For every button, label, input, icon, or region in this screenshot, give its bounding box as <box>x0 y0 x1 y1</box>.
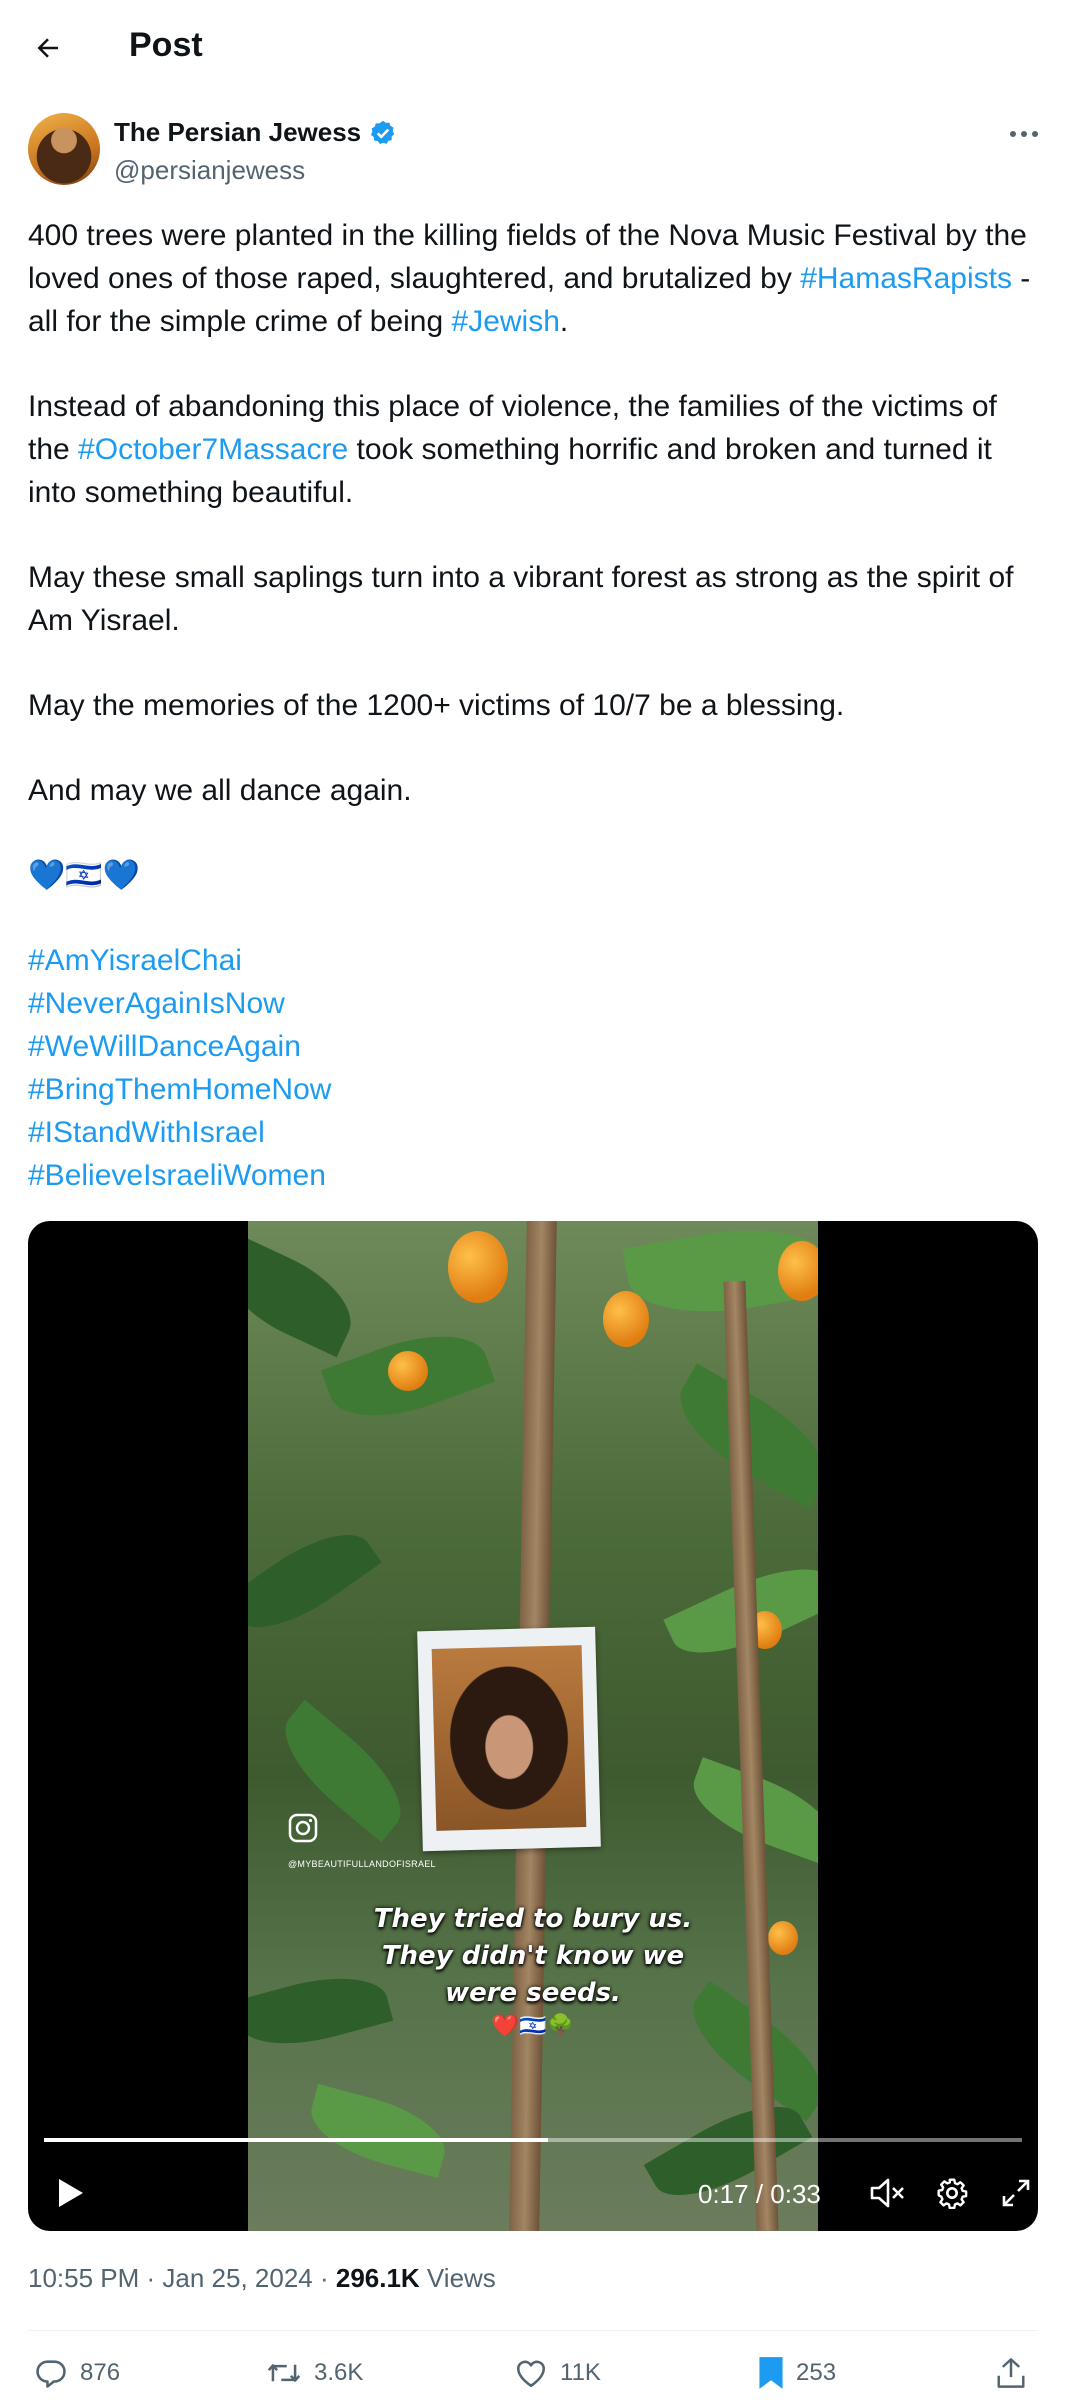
hashtag-link[interactable]: #AmYisraelChai <box>28 939 1038 982</box>
caption-emoji: ❤️🇮🇱🌳 <box>491 2013 575 2038</box>
play-button[interactable] <box>50 2173 90 2213</box>
like-count: 11K <box>560 2359 601 2386</box>
divider <box>28 2330 1038 2331</box>
volume-muted-icon <box>870 2178 904 2208</box>
heart-icon <box>516 2360 546 2388</box>
fullscreen-icon <box>1002 2179 1030 2207</box>
emoji-line: 💙🇮🇱💙 <box>28 859 141 892</box>
hashtag-link[interactable]: #October7Massacre <box>78 433 348 466</box>
views-count: 296.1K <box>335 2263 420 2293</box>
gear-icon <box>937 2178 968 2209</box>
video-frame[interactable]: @MYBEAUTIFULLANDOFISRAEL They tried to b… <box>248 1221 818 2231</box>
repost-button[interactable]: 3.6K <box>266 2340 363 2406</box>
video-caption: They tried to bury us. They didn't know … <box>373 1904 693 2008</box>
paragraph-5: And may we all dance again. <box>28 774 412 807</box>
back-button[interactable] <box>28 28 68 68</box>
video-progress-fill <box>44 2138 548 2142</box>
hashtag-list: #AmYisraelChai #NeverAgainIsNow #WeWillD… <box>28 939 1038 1197</box>
hashtag-link[interactable]: #BelieveIsraeliWomen <box>28 1154 1038 1197</box>
post-page: Post The Persian Jewess @persianjewess 4… <box>0 0 1068 2408</box>
author-name[interactable]: The Persian Jewess <box>114 117 361 148</box>
video-player[interactable]: @MYBEAUTIFULLANDOFISRAEL They tried to b… <box>28 1221 1038 2231</box>
more-icon <box>1010 131 1038 137</box>
hashtag-link[interactable]: #BringThemHomeNow <box>28 1068 1038 1111</box>
hashtag-link[interactable]: #IStandWithIsrael <box>28 1111 1038 1154</box>
paragraph-1: 400 trees were planted in the killing fi… <box>28 219 1031 338</box>
paragraph-2: Instead of abandoning this place of viol… <box>28 390 997 509</box>
watermark-handle: @MYBEAUTIFULLANDOFISRAEL <box>288 1859 436 1869</box>
play-icon <box>59 2179 83 2207</box>
settings-button[interactable] <box>932 2173 972 2213</box>
mute-button[interactable] <box>868 2173 908 2213</box>
fullscreen-button[interactable] <box>996 2173 1036 2213</box>
hashtag-link[interactable]: #HamasRapists <box>800 262 1012 295</box>
memorial-photo <box>417 1626 601 1852</box>
paragraph-3: May these small saplings turn into a vib… <box>28 561 1014 637</box>
more-options-button[interactable] <box>1000 118 1048 150</box>
author-handle[interactable]: @persianjewess <box>114 155 305 186</box>
video-progress-bar[interactable] <box>44 2138 1022 2142</box>
bookmark-button[interactable]: 253 <box>758 2340 836 2406</box>
share-icon <box>997 2358 1025 2388</box>
share-button[interactable] <box>996 2340 1026 2406</box>
repost-count: 3.6K <box>314 2359 364 2386</box>
post-timestamp[interactable]: 10:55 PM · Jan 25, 2024 · <box>28 2263 336 2293</box>
hashtag-link[interactable]: #Jewish <box>452 305 560 338</box>
video-time: 0:17 / 0:33 <box>698 2179 821 2209</box>
bookmark-icon <box>759 2357 783 2389</box>
hashtag-link[interactable]: #WeWillDanceAgain <box>28 1025 1038 1068</box>
page-title: Post <box>129 26 203 64</box>
action-bar: 876 3.6K 11K 253 <box>28 2340 1038 2406</box>
like-button[interactable]: 11K <box>514 2340 601 2406</box>
hashtag-link[interactable]: #NeverAgainIsNow <box>28 982 1038 1025</box>
back-arrow-icon <box>37 38 58 58</box>
reply-count: 876 <box>80 2359 121 2386</box>
verified-badge-icon <box>371 120 395 144</box>
avatar[interactable] <box>28 113 100 185</box>
repost-icon <box>267 2364 301 2382</box>
post-meta: 10:55 PM · Jan 25, 2024 · 296.1K Views <box>28 2263 496 2294</box>
post-text: 400 trees were planted in the killing fi… <box>28 214 1038 1197</box>
views-label: Views <box>419 2263 496 2293</box>
author-name-row[interactable]: The Persian Jewess <box>114 117 397 148</box>
reply-icon <box>36 2360 66 2388</box>
instagram-icon <box>288 1813 318 1843</box>
header: Post <box>0 0 1068 96</box>
reply-button[interactable]: 876 <box>34 2340 120 2406</box>
bookmark-count: 253 <box>796 2359 837 2386</box>
paragraph-4: May the memories of the 1200+ victims of… <box>28 689 845 722</box>
